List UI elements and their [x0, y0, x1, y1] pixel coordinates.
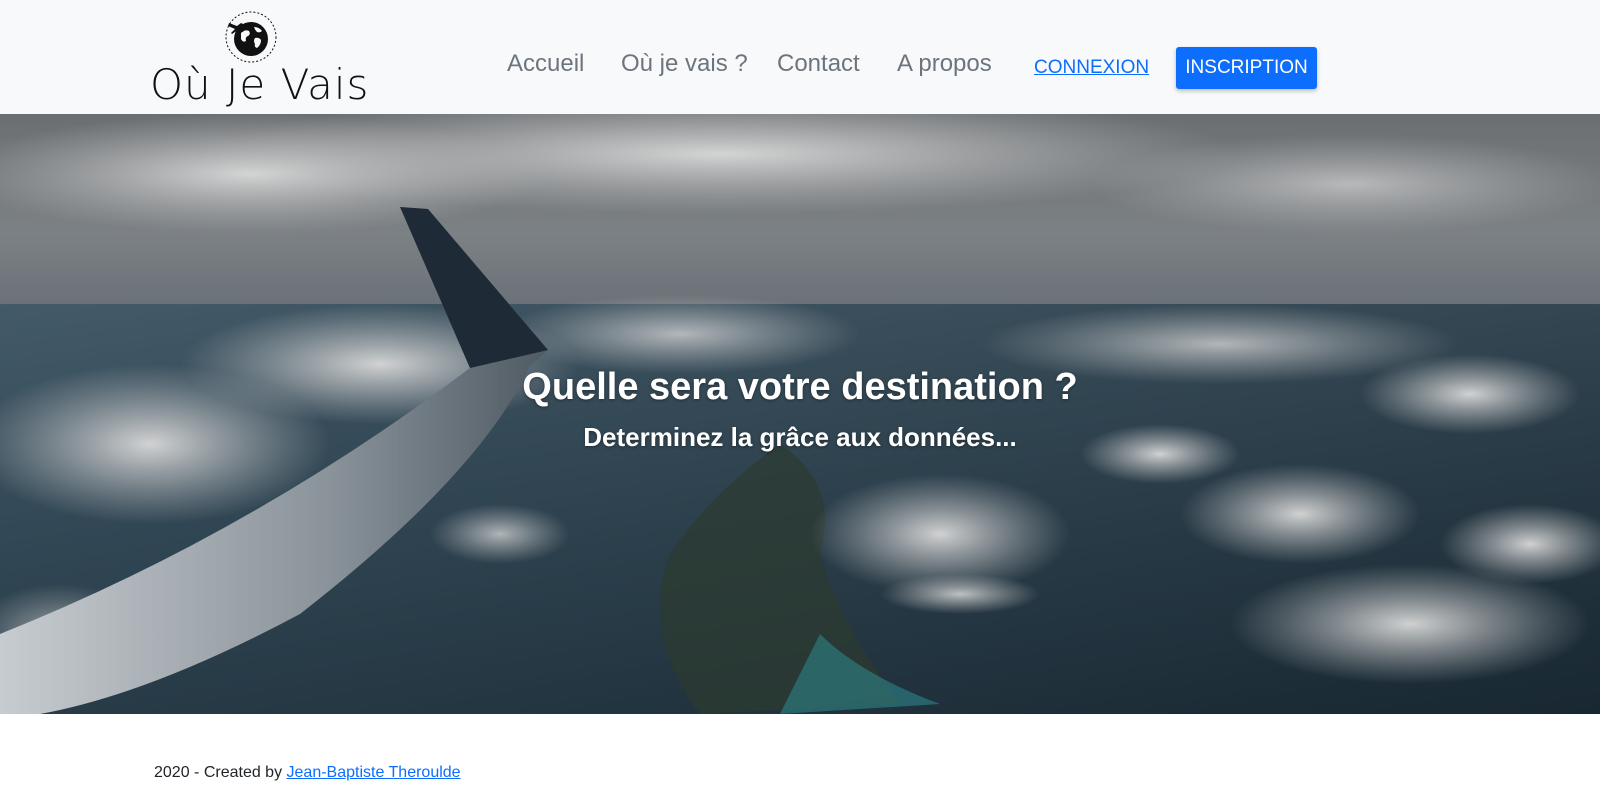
hero-subtitle: Determinez la grâce aux données... — [583, 422, 1017, 452]
hero-banner: Quelle sera votre destination ? Determin… — [0, 114, 1600, 714]
brand-name: Où Je Vais — [150, 60, 370, 109]
footer-author-link[interactable]: Jean-Baptiste Theroulde — [287, 764, 461, 781]
globe-airplane-icon — [225, 11, 277, 63]
brand-link[interactable]: Où Je Vais — [150, 8, 368, 108]
login-link[interactable]: CONNEXION — [1034, 58, 1149, 77]
nav-contact[interactable]: Contact — [777, 52, 860, 76]
nav-ou-je-vais[interactable]: Où je vais ? — [621, 52, 748, 76]
hero-title: Quelle sera votre destination ? — [522, 366, 1078, 408]
hero-background-image — [0, 114, 1600, 714]
nav-a-propos[interactable]: A propos — [897, 52, 992, 76]
nav-accueil[interactable]: Accueil — [507, 52, 584, 76]
signup-button[interactable]: INSCRIPTION — [1176, 47, 1317, 89]
navbar: Où Je Vais Accueil Où je vais ? Contact … — [0, 0, 1600, 114]
footer: 2020 - Created by Jean-Baptiste Therould… — [154, 764, 461, 782]
footer-text: 2020 - Created by — [154, 764, 287, 781]
